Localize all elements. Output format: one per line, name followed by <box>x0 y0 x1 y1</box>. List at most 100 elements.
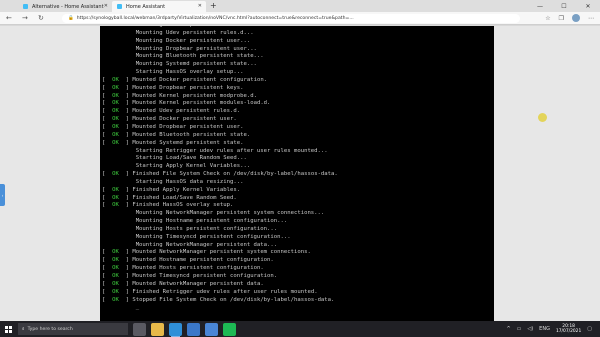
reload-button[interactable]: ↻ <box>38 14 44 23</box>
console-text: Mounting Hosts persistent configuration.… <box>135 225 278 232</box>
console-text: Starting Apply Kernel Variables... <box>135 163 251 170</box>
console-status: [ OK ] <box>102 249 133 256</box>
close-window-button[interactable]: ✕ <box>576 0 600 12</box>
console-text: Mounted Bluetooth persistent state. <box>132 131 251 138</box>
clock[interactable]: 20:18 17/07/2021 <box>556 324 581 334</box>
ok-status: OK <box>112 288 119 295</box>
notifications-icon[interactable]: ▢ <box>587 326 592 332</box>
edge-browser-icon[interactable] <box>169 322 182 337</box>
taskbar-apps <box>128 322 236 337</box>
console-status: [ OK ] <box>102 186 133 193</box>
tab-title: Home Assistant <box>126 3 166 10</box>
console-text: Mounted Hostname persistent configuratio… <box>132 257 274 264</box>
language-indicator[interactable]: ENG <box>539 326 550 332</box>
console-line: Mounting Udev persistent rules.d... <box>102 30 338 38</box>
ok-status: OK <box>112 202 119 209</box>
spotify-icon[interactable] <box>223 322 236 336</box>
console-text: Mounting Systemd persistent state... <box>135 61 257 68</box>
console-status: [ OK ] <box>102 280 133 287</box>
console-text: Mounted NetworkManager persistent system… <box>132 249 311 256</box>
ok-status: OK <box>112 186 119 193</box>
console-line: [ OK ] Finished File System Check on /de… <box>102 171 338 179</box>
console-status <box>102 61 136 67</box>
mail-icon[interactable] <box>187 322 200 336</box>
taskbar: ⌕ Type here to search ^ ▭ ◁) ENG 20:18 1… <box>0 321 600 337</box>
console-status: [ OK ] <box>102 139 133 146</box>
console-line: [ OK ] Mounted Systemd persistent state. <box>102 140 338 148</box>
console-text: Mounting NetworkManager persistent data.… <box>135 241 278 248</box>
forward-button[interactable]: → <box>22 14 28 23</box>
console-text: Finished Apply Kernel Variables. <box>132 186 241 193</box>
console-status <box>102 234 136 240</box>
console-line: [ OK ] Finished Retrigger udev rules aft… <box>102 289 338 297</box>
console-text: Mounted Kernel persistent modules-load.d… <box>132 100 271 107</box>
ok-status: OK <box>112 100 119 107</box>
ok-status: OK <box>112 139 119 146</box>
ok-status: OK <box>112 108 119 115</box>
console-line: [ OK ] Mounted Dropbear persistent user. <box>102 124 338 132</box>
console-text: Mounted Docker persistent configuration. <box>132 76 268 83</box>
console-line: [ OK ] Stopped File System Check on /dev… <box>102 297 338 305</box>
console-line: Starting HassOS overlay setup... <box>102 69 338 77</box>
tab-strip: Alternative - Home Assistant ✕ Home Assi… <box>0 0 600 12</box>
task-view-icon[interactable] <box>133 322 146 336</box>
volume-icon[interactable]: ◁) <box>527 326 533 332</box>
console-line: [ OK ] Mounted NetworkManager persistent… <box>102 281 338 289</box>
novnc-sidebar-handle[interactable]: ‹ <box>0 184 5 206</box>
console-line: [ OK ] Mounted Kernel persistent modules… <box>102 100 338 108</box>
start-button[interactable] <box>0 321 16 337</box>
ok-status: OK <box>112 296 119 303</box>
avatar[interactable] <box>572 14 580 22</box>
tab-title: Alternative - Home Assistant <box>32 3 104 10</box>
console-line: Mounting Systemd persistent state... <box>102 61 338 69</box>
chevron-up-icon[interactable]: ^ <box>506 326 510 332</box>
more-menu-icon[interactable]: ⋯ <box>588 14 594 23</box>
console-line: [ OK ] Mounted Udev persistent rules.d. <box>102 108 338 116</box>
store-icon[interactable] <box>205 322 218 336</box>
home-assistant-favicon-icon <box>23 4 28 9</box>
vnc-console[interactable]: Mounting Kernel persistent modules-load.… <box>100 26 494 321</box>
ok-status: OK <box>112 171 119 178</box>
system-tray: ^ ▭ ◁) ENG 20:18 17/07/2021 ▢ <box>506 321 592 337</box>
windows-logo-icon <box>4 325 12 333</box>
console-status <box>102 38 136 44</box>
console-status: [ OK ] <box>102 92 133 99</box>
console-text: Mounting Hostname persistent configurati… <box>135 218 288 225</box>
minimize-button[interactable]: — <box>528 0 552 12</box>
console-status: [ OK ] <box>102 131 133 138</box>
clock-date: 17/07/2021 <box>555 329 582 334</box>
console-status <box>102 210 136 216</box>
tab-alternative-home-assistant[interactable]: Alternative - Home Assistant ✕ <box>18 1 112 12</box>
console-text: Mounting Bluetooth persistent state... <box>135 53 264 60</box>
console-status: [ OK ] <box>102 296 133 303</box>
toolbar-icons: ☆ ❐ ⋯ <box>545 14 594 23</box>
page-content: ‹ Mounting Kernel persistent modules-loa… <box>0 26 600 321</box>
console-text: Starting Load/Save Random Seed... <box>135 155 247 162</box>
maximize-button[interactable]: ☐ <box>552 0 576 12</box>
console-line: Mounting Dropbear persistent user... <box>102 46 338 54</box>
new-tab-button[interactable]: + <box>210 1 217 11</box>
console-line: [ OK ] Finished Load/Save Random Seed. <box>102 195 338 203</box>
file-explorer-icon[interactable] <box>151 322 164 336</box>
network-icon[interactable]: ▭ <box>517 326 522 332</box>
collections-icon[interactable]: ❐ <box>559 14 564 23</box>
close-tab-icon[interactable]: ✕ <box>198 3 202 9</box>
console-line: [ OK ] Finished Apply Kernel Variables. <box>102 187 338 195</box>
console-line: Starting Retrigger udev rules after user… <box>102 148 338 156</box>
console-line: _ <box>102 304 338 312</box>
console-text: Finished Retrigger udev rules after user… <box>132 288 318 295</box>
address-bar[interactable]: 🔒 https://synologyball.local/webman/3rdp… <box>62 14 520 23</box>
tab-home-assistant[interactable]: Home Assistant ✕ <box>112 1 206 12</box>
console-status: [ OK ] <box>102 202 133 209</box>
close-tab-icon[interactable]: ✕ <box>104 3 108 9</box>
console-line: [ OK ] Mounted Dropbear persistent keys. <box>102 85 338 93</box>
console-line: [ OK ] Mounted Docker persistent configu… <box>102 77 338 85</box>
console-text: _ <box>135 304 140 311</box>
console-status <box>102 26 136 28</box>
star-icon[interactable]: ☆ <box>545 14 550 23</box>
console-status <box>102 148 136 154</box>
console-line: Starting HassOS data resizing... <box>102 179 338 187</box>
console-text: Mounted Kernel persistent modprobe.d. <box>132 92 257 99</box>
back-button[interactable]: ← <box>6 14 12 23</box>
taskbar-search[interactable]: ⌕ Type here to search <box>18 323 128 335</box>
